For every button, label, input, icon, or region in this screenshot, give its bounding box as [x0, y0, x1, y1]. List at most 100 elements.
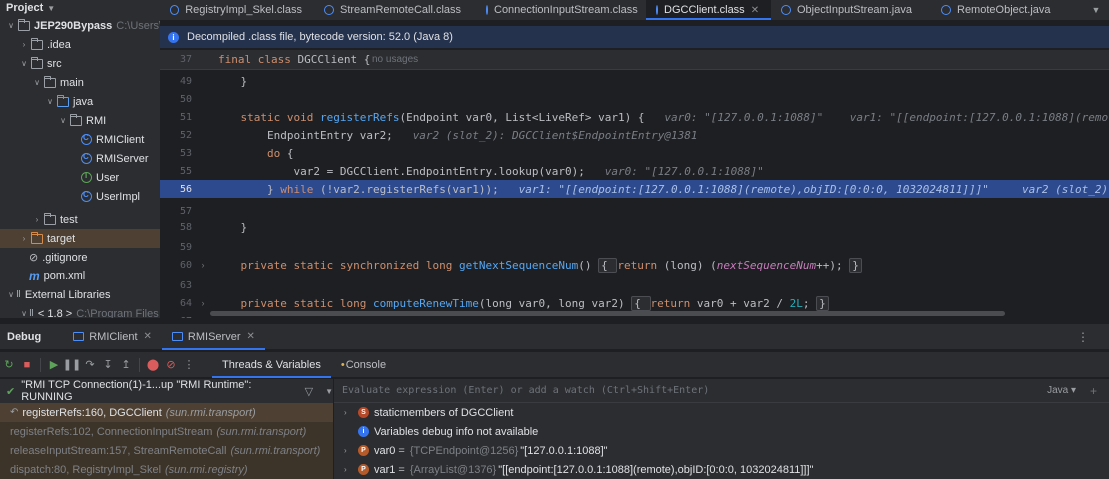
- tab-threads-variables[interactable]: Threads & Variables: [212, 352, 331, 378]
- tree-item-rmiclient[interactable]: RMIClient: [0, 130, 160, 149]
- tree-item--gitignore[interactable]: ⊘ .gitignore: [0, 248, 160, 267]
- code-line[interactable]: 59: [160, 238, 1109, 256]
- editor-tab[interactable]: RegistryImpl_Skel.class: [160, 0, 314, 20]
- resume-icon[interactable]: ▶: [45, 356, 63, 374]
- editor-tab[interactable]: DGCClient.class ✕: [646, 0, 771, 20]
- frame-package: (sun.rmi.transport): [165, 406, 256, 419]
- step-back-icon: ↶: [10, 407, 19, 418]
- more-options-icon[interactable]: ⋮: [1077, 330, 1089, 344]
- tree-item-external-libraries[interactable]: ∨ Ⅱ External Libraries: [0, 285, 160, 304]
- chevron-right-icon[interactable]: ›: [344, 465, 358, 474]
- view-breakpoints-icon[interactable]: ⬤: [144, 356, 162, 374]
- chevron-down-icon[interactable]: ∨: [32, 78, 42, 87]
- thread-selector[interactable]: ✔ "RMI TCP Connection(1)-1...up "RMI Run…: [0, 379, 334, 403]
- code-line[interactable]: 52 EndpointEntry var2; var2 (slot_2): DG…: [160, 126, 1109, 144]
- tree-item-user[interactable]: User: [0, 168, 160, 187]
- thread-label: "RMI TCP Connection(1)-1...up "RMI Runti…: [21, 379, 252, 403]
- chevron-right-icon[interactable]: ›: [344, 408, 358, 417]
- separator: [40, 357, 41, 372]
- mute-breakpoints-icon[interactable]: ⊘: [162, 356, 180, 374]
- add-watch-icon[interactable]: +: [1090, 384, 1097, 398]
- chevron-right-icon[interactable]: ›: [32, 215, 42, 224]
- stack-frame[interactable]: registerRefs:102, ConnectionInputStream(…: [0, 422, 333, 441]
- chevron-down-icon[interactable]: ∨: [6, 21, 16, 30]
- code-line[interactable]: 64 › private static long computeRenewTime…: [160, 294, 1109, 312]
- stop-icon[interactable]: ■: [18, 356, 36, 374]
- folder-icon: [31, 37, 43, 50]
- variable-row[interactable]: › Pvar0 = {TCPEndpoint@1256} "[127.0.0.1:10…: [334, 441, 1109, 460]
- close-icon[interactable]: ✕: [144, 331, 152, 342]
- debug-session-tab-rmiserver[interactable]: RMIServer ✕: [161, 324, 265, 350]
- stack-frame[interactable]: releaseInputStream:157, StreamRemoteCall…: [0, 441, 333, 460]
- variable-row[interactable]: › Pvar1 = {ArrayList@1376} "[[endpoint:[127…: [334, 460, 1109, 479]
- variable-description: members of DGCClient: [399, 406, 514, 419]
- chevron-right-icon[interactable]: ›: [19, 234, 29, 243]
- editor-tab[interactable]: StreamRemoteCall.class: [314, 0, 476, 20]
- code-line[interactable]: 55 var2 = DGCClient.EndpointEntry.lookup…: [160, 162, 1109, 180]
- more-tabs-chevron-icon[interactable]: ▼: [1083, 0, 1109, 20]
- tree-item--1-8-[interactable]: ∨ Ⅱ < 1.8 > C:\Program Files: [0, 304, 160, 319]
- more-actions-icon[interactable]: ⋮: [180, 356, 198, 374]
- tree-item-test[interactable]: › test: [0, 210, 160, 229]
- variable-row[interactable]: › Sstatic members of DGCClient: [334, 403, 1109, 422]
- chevron-down-icon[interactable]: ∨: [19, 59, 29, 68]
- code-editor[interactable]: 37 final class DGCClient { no usages 49 …: [160, 50, 1109, 318]
- language-selector[interactable]: Java ▾: [1047, 385, 1076, 396]
- tree-item--idea[interactable]: › .idea: [0, 35, 160, 54]
- tree-item-rmiserver[interactable]: RMIServer: [0, 149, 160, 168]
- chevron-down-icon[interactable]: ∨: [45, 97, 55, 106]
- editor-tab[interactable]: ObjectInputStream.java: [771, 0, 931, 20]
- chevron-down-icon[interactable]: ∨: [19, 309, 29, 318]
- stack-frame[interactable]: dispatch:80, RegistryImpl_Skel (sun.rmi.r…: [0, 460, 333, 479]
- tree-item-java[interactable]: ∨ java: [0, 92, 160, 111]
- chevron-down-icon[interactable]: ∨: [6, 290, 16, 299]
- code-line[interactable]: 51 static void registerRefs(Endpoint var…: [160, 108, 1109, 126]
- filter-icon[interactable]: ▽: [305, 385, 313, 398]
- editor-tab-label: ConnectionInputStream.class: [494, 4, 638, 16]
- close-icon[interactable]: ✕: [751, 5, 759, 16]
- editor-tab[interactable]: RemoteObject.java: [931, 0, 1065, 20]
- current-execution-line[interactable]: 56 } while (!var2.registerRefs(var1)); v…: [160, 180, 1109, 198]
- close-icon[interactable]: ✕: [246, 331, 254, 342]
- chevron-down-icon[interactable]: ▼: [47, 4, 55, 13]
- tree-item-target[interactable]: › target: [0, 229, 160, 248]
- code-line[interactable]: 60 › private static synchronized long get…: [160, 256, 1109, 274]
- rerun-icon[interactable]: ↻: [0, 356, 18, 374]
- separator: [139, 357, 140, 372]
- tree-item-src[interactable]: ∨ src: [0, 54, 160, 73]
- fold-arrow-icon[interactable]: ›: [192, 298, 214, 308]
- variable-row[interactable]: i Variables debug info not available: [334, 422, 1109, 441]
- horizontal-scrollbar[interactable]: [210, 311, 1005, 316]
- chevron-right-icon[interactable]: ›: [19, 40, 29, 49]
- step-into-icon[interactable]: ↧: [99, 356, 117, 374]
- code-line[interactable]: 63: [160, 276, 1109, 294]
- step-over-icon[interactable]: ↷: [81, 356, 99, 374]
- tree-item-jep290bypass[interactable]: ∨ JEP290BypassC:\Users\Re: [0, 16, 160, 35]
- line-number: 58: [179, 221, 192, 233]
- folder-icon: [44, 212, 56, 225]
- usages-hint[interactable]: no usages: [372, 54, 418, 65]
- stack-frame[interactable]: ↶ registerRefs:160, DGCClient (sun.rmi.tra…: [0, 403, 333, 422]
- fold-arrow-icon[interactable]: ›: [192, 260, 214, 270]
- tree-item-rmi[interactable]: ∨ RMI: [0, 111, 160, 130]
- step-out-icon[interactable]: ↥: [117, 356, 135, 374]
- tree-item-pom-xml[interactable]: m pom.xml: [0, 266, 160, 285]
- project-header[interactable]: Project ▼: [0, 0, 160, 16]
- code-text: } while (!var2.registerRefs(var1)); var1…: [214, 183, 1109, 196]
- chevron-down-icon[interactable]: ▼: [325, 387, 333, 396]
- chevron-down-icon[interactable]: ∨: [58, 116, 68, 125]
- tree-item-userimpl[interactable]: UserImpl: [0, 187, 160, 206]
- code-line[interactable]: 49 }: [160, 72, 1109, 90]
- sticky-header[interactable]: 37 final class DGCClient { no usages: [160, 50, 1109, 70]
- code-line[interactable]: 58 }: [160, 218, 1109, 236]
- editor-tab[interactable]: ConnectionInputStream.class: [476, 0, 646, 20]
- tree-item-label: main: [60, 76, 84, 89]
- code-line[interactable]: 53 do {: [160, 144, 1109, 162]
- pause-icon[interactable]: ❚❚: [63, 356, 81, 374]
- evaluate-expression-bar[interactable]: Evaluate expression (Enter) or add a wat…: [334, 379, 1109, 403]
- chevron-right-icon[interactable]: ›: [344, 446, 358, 455]
- debug-session-tab-rmiclient[interactable]: RMIClient ✕: [63, 324, 162, 350]
- tab-console[interactable]: • Console: [331, 352, 396, 378]
- tree-item-main[interactable]: ∨ main: [0, 73, 160, 92]
- code-line[interactable]: 50: [160, 90, 1109, 108]
